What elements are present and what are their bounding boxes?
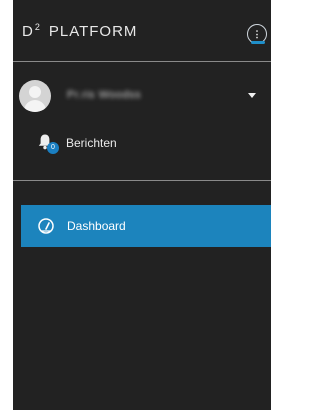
nav-item-label: Dashboard: [67, 219, 126, 233]
message-count-badge: 0: [47, 142, 59, 154]
brand-superscript: 2: [34, 22, 41, 32]
brand-name: PLATFORM: [48, 23, 138, 40]
user-menu[interactable]: Pr.ris Woodss: [19, 80, 264, 114]
brand-letter: D: [22, 23, 34, 40]
nav-item-dashboard[interactable]: Dashboard: [21, 205, 271, 247]
brand-logo[interactable]: D2 PLATFORM: [22, 22, 137, 40]
avatar: [19, 80, 51, 112]
dashboard-gauge-icon: [37, 218, 55, 234]
header-divider: [13, 61, 271, 62]
user-name: Pr.ris Woodss: [67, 89, 142, 101]
more-vertical-icon: ⋮: [252, 28, 262, 39]
section-divider: [13, 180, 271, 181]
sidebar: D2 PLATFORM ⋮ Pr.ris Woodss 0 Berichten: [13, 0, 271, 410]
caret-down-icon[interactable]: [248, 93, 256, 98]
more-options-button[interactable]: ⋮: [247, 24, 267, 44]
messages-label: Berichten: [66, 136, 117, 150]
sidebar-header: D2 PLATFORM ⋮: [13, 0, 271, 66]
